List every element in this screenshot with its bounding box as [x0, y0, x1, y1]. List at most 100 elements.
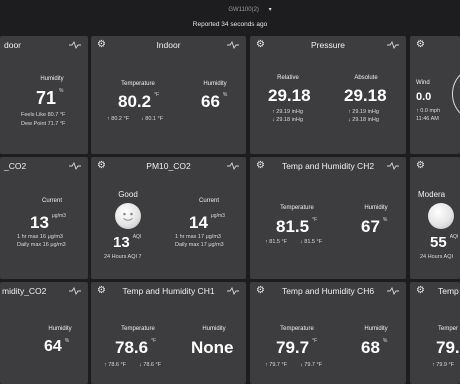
device-selector[interactable]: GW1100(2) ▾	[195, 6, 305, 18]
current-value: 14 μg/m3	[189, 213, 225, 233]
humidity-label: Humidity	[48, 326, 72, 332]
card-header: ⚙ Temp and Humidity CH1	[91, 282, 246, 300]
pulse-icon[interactable]	[387, 162, 399, 170]
humidity-unit: %	[382, 217, 388, 223]
humidity-number: 71	[36, 88, 57, 108]
temp-humidity-ch6-card: ⚙ Temp and Humidity CH6 Temperature 79.7…	[250, 282, 406, 384]
current-label: Current	[41, 198, 62, 204]
card-header: ⚙ Temp and Humidity CH2	[250, 157, 406, 175]
reported-status: Reported 34 seconds ago	[192, 21, 268, 28]
humidity-number: 68	[361, 338, 380, 357]
wind-label: Wind	[416, 80, 430, 86]
temperature-label: Temperature	[280, 205, 314, 211]
temperature-high: ↑ 81.5 °F	[265, 239, 288, 245]
hour-max: 1 hr max 16 μg/m3	[17, 234, 63, 240]
aqi-number: 55	[430, 234, 447, 251]
pulse-icon[interactable]	[387, 287, 399, 295]
card-title: midity_CO2	[2, 286, 47, 296]
card-title: Temp and Humidity CH6	[281, 286, 375, 296]
pulse-icon[interactable]	[227, 41, 239, 49]
absolute-value: 29.18	[344, 86, 387, 105]
pulse-icon[interactable]	[69, 287, 81, 295]
temperature-unit: °F	[312, 217, 318, 223]
humidity-co2-card: midity_CO2 Humidity 64%	[0, 282, 88, 384]
temperature-number: 78.6	[115, 338, 149, 357]
chevron-down-icon: ▾	[268, 7, 272, 13]
card-title: Temp and Humidity CH2	[281, 161, 375, 171]
humidity-value: 68%	[361, 338, 387, 358]
humidity-label: Humidity	[40, 76, 64, 82]
current-label: Current	[198, 198, 219, 204]
indoor-card: ⚙ Indoor Temperature 80.2 °F Humidity 66%…	[91, 36, 246, 154]
aqi-unit: AQI	[132, 234, 142, 240]
wind-card: ⚙ Wind 0.0 ↑ 0.0 mph 11:46 AM	[410, 36, 460, 154]
aqi-unit: AQI	[449, 234, 459, 240]
card-header: ⚙	[410, 36, 460, 54]
gear-icon[interactable]: ⚙	[416, 286, 425, 296]
current-number: 13	[30, 213, 49, 232]
pulse-icon[interactable]	[69, 41, 81, 49]
humidity-value: None	[191, 338, 234, 357]
absolute-high: ↑ 29.19 inHg	[348, 109, 379, 115]
outdoor-card: door Humidity 71% Feels Like 80.7 °F Dew…	[0, 36, 88, 154]
temperature-value: 79.	[436, 338, 460, 357]
temperature-number: 79.7	[276, 338, 310, 357]
card-title: Indoor	[156, 40, 181, 50]
current-unit: μg/m3	[51, 213, 66, 219]
pulse-icon[interactable]	[69, 162, 81, 170]
pulse-icon[interactable]	[227, 287, 239, 295]
device-name: GW1100(2)	[228, 7, 259, 13]
wind-time: 11:46 AM	[416, 116, 439, 122]
humidity-value: 71%	[36, 88, 63, 109]
card-title: Temp and Humidity CH1	[122, 286, 215, 296]
card-title: PM10_CO2	[146, 161, 191, 171]
aqi-24-hours: 24 Hours AQI	[420, 254, 454, 260]
temperature-low: ↓ 81.5 °F	[300, 239, 323, 245]
card-header: ⚙ Indoor	[91, 36, 246, 54]
temp-humidity-ch2-card: ⚙ Temp and Humidity CH2 Temperature 81.5…	[250, 157, 406, 279]
aqi-card: ⚙ Modera 55 AQI 24 Hours AQI	[410, 157, 460, 279]
humidity-unit: %	[222, 92, 228, 98]
co2-card: _CO2 Current 13 μg/m3 1 hr max 16 μg/m3 D…	[0, 157, 88, 279]
gear-icon[interactable]: ⚙	[416, 161, 425, 171]
humidity-number: 64	[44, 338, 62, 355]
current-unit: μg/m3	[210, 213, 225, 219]
relative-label: Relative	[277, 75, 299, 81]
temperature-value: 78.6 °F	[115, 338, 156, 358]
current-number: 14	[189, 213, 208, 232]
smiley-face-icon	[115, 203, 141, 229]
top-bar: GW1100(2) ▾ Reported 34 seconds ago	[0, 0, 460, 34]
feels-like: Feels Like 80.7 °F	[21, 112, 66, 118]
aqi-value: 55 AQI	[430, 234, 458, 251]
temperature-value: 80.2 °F	[118, 92, 159, 112]
hour-max: 1 hr max 17 μg/m3	[175, 234, 221, 240]
wind-value: 0.0	[416, 91, 432, 103]
gear-icon[interactable]: ⚙	[416, 40, 425, 50]
daily-max: Daily max 17 μg/m3	[175, 242, 224, 248]
humidity-label: Humidity	[203, 81, 227, 87]
aqi-value: 13 AQI	[113, 234, 141, 251]
card-title: Pressure	[310, 40, 345, 50]
temperature-unit: °F	[312, 338, 318, 344]
humidity-label: Humidity	[202, 326, 226, 332]
daily-max: Daily max 16 μg/m3	[17, 242, 66, 248]
temperature-value: 81.5 °F	[276, 217, 317, 237]
humidity-label: Humidity	[364, 205, 388, 211]
temperature-label: Temperature	[121, 326, 155, 332]
temperature-high: ↑ 79.9 °F	[432, 362, 455, 368]
humidity-number: 66	[201, 92, 220, 111]
humidity-label: Humidity	[364, 326, 388, 332]
temperature-high: ↑ 78.6 °F	[104, 362, 127, 368]
temp-humidity-ch1-card: ⚙ Temp and Humidity CH1 Temperature 78.6…	[91, 282, 246, 384]
pulse-icon[interactable]	[227, 162, 239, 170]
humidity-value: 64%	[44, 338, 69, 356]
temperature-low: ↓ 78.6 °F	[139, 362, 162, 368]
temperature-number: 81.5	[276, 217, 310, 236]
card-header: ⚙ Temp	[410, 282, 460, 300]
humidity-value: 67%	[361, 217, 387, 237]
temperature-label: Temperature	[280, 326, 314, 332]
temperature-label: Temper	[438, 326, 459, 332]
pulse-icon[interactable]	[387, 41, 399, 49]
smiley-face-icon	[428, 203, 454, 229]
humidity-number: 67	[361, 217, 380, 236]
